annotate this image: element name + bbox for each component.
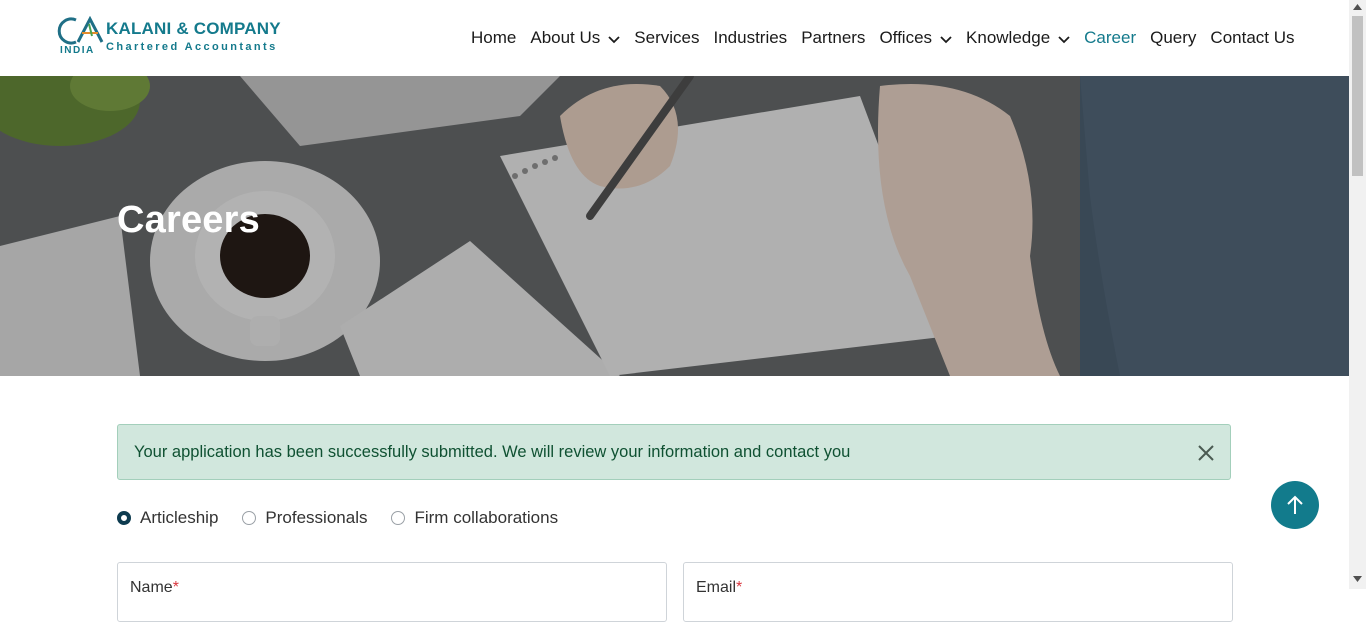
radio-button[interactable] [242,511,257,525]
radio-articleship[interactable]: Articleship [117,508,218,528]
nav-career[interactable]: Career [1084,28,1136,48]
nav-knowledge-label: Knowledge [966,28,1051,47]
nav-about-us-label: About Us [530,28,601,47]
arrow-up-icon [1287,495,1303,514]
radio-professionals-label: Professionals [265,508,368,527]
nav-career-label: Career [1084,28,1137,47]
nav-partners[interactable]: Partners [801,28,865,48]
email-label-text: Email [696,579,737,596]
required-mark: * [172,579,179,596]
radio-button-checked[interactable] [117,511,131,525]
chevron-down-icon [1058,35,1070,43]
nav-knowledge[interactable]: Knowledge [966,28,1070,48]
success-alert: Your application has been successfully s… [117,424,1231,480]
page-title: Careers [117,199,260,241]
page-scrollbar[interactable] [1349,0,1366,589]
close-icon[interactable] [1196,443,1216,463]
nav-partners-label: Partners [801,28,866,47]
success-alert-message: Your application has been successfully s… [134,443,851,461]
scrollbar-thumb[interactable] [1352,16,1363,176]
nav-contact-us[interactable]: Contact Us [1210,28,1294,48]
nav-home[interactable]: Home [471,28,516,48]
scroll-up-arrow-icon[interactable] [1353,4,1362,10]
back-to-top-button[interactable] [1271,481,1319,529]
radio-articleship-label: Articleship [140,508,219,527]
company-logo[interactable]: INDIA KALANI & COMPANY Chartered Account… [56,16,296,60]
logo-country: INDIA [60,45,95,56]
nav-home-label: Home [471,28,517,47]
nav-offices[interactable]: Offices [879,28,952,48]
email-field[interactable]: Email* [683,562,1233,622]
radio-button[interactable] [391,511,406,525]
nav-contact-us-label: Contact Us [1210,28,1295,47]
nav-industries-label: Industries [713,28,788,47]
chevron-down-icon [940,35,952,43]
main-nav: Home About Us Services Industries Partne… [471,26,1295,50]
nav-query[interactable]: Query [1150,28,1196,48]
name-field-label: Name* [130,579,179,597]
required-mark: * [736,579,743,596]
name-field[interactable]: Name* [117,562,667,622]
radio-professionals[interactable]: Professionals [242,508,367,528]
nav-query-label: Query [1150,28,1197,47]
application-type-radio-group: Articleship Professionals Firm collabora… [117,508,582,528]
logo-company-name: KALANI & COMPANY [106,19,281,38]
radio-firm-collaborations[interactable]: Firm collaborations [391,508,558,528]
nav-offices-label: Offices [879,28,933,47]
ca-logo-mark [57,16,104,45]
name-label-text: Name [130,579,173,596]
chevron-down-icon [608,35,620,43]
nav-services[interactable]: Services [634,28,699,48]
nav-industries[interactable]: Industries [713,28,787,48]
hero-banner: Careers [0,76,1349,376]
radio-firm-collaborations-label: Firm collaborations [414,508,559,527]
email-field-label: Email* [696,579,742,597]
nav-about-us[interactable]: About Us [530,28,620,48]
site-header: INDIA KALANI & COMPANY Chartered Account… [0,0,1349,76]
logo-subtitle: Chartered Accountants [106,41,278,53]
nav-services-label: Services [634,28,700,47]
scroll-down-arrow-icon[interactable] [1353,576,1362,582]
